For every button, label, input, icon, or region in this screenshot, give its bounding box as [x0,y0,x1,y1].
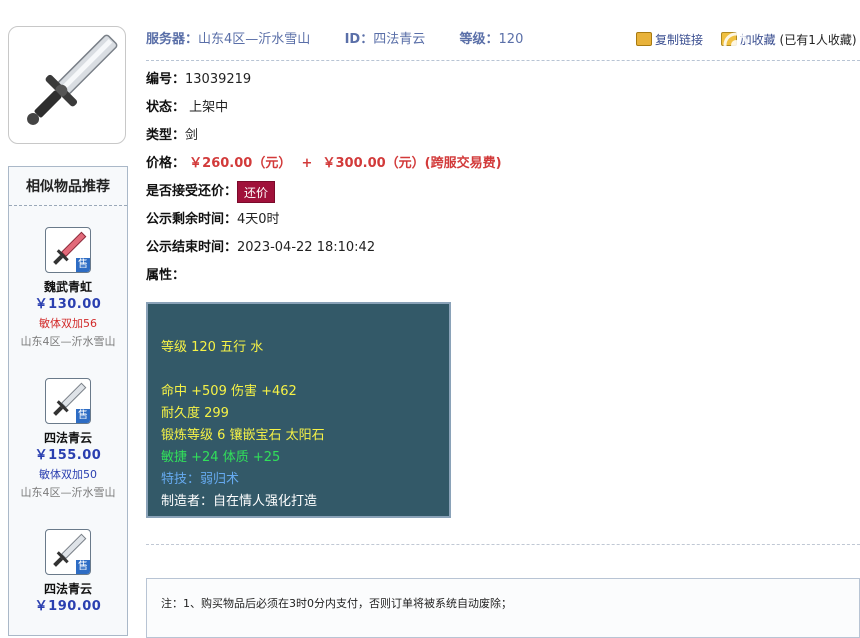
sword-icon [27,34,118,125]
similar-items-title: 相似物品推荐 [9,167,127,206]
end-time-value: 2023-04-22 18:10:42 [237,240,376,255]
type-label: 类型： [146,128,186,143]
end-time-label: 公示结束时间： [146,240,238,255]
price-plus: + [301,156,313,171]
copy-link-button[interactable]: 复制链接 [636,32,707,47]
attr-hit-damage: 命中 +509 伤害 +462 [161,384,297,399]
similar-item[interactable]: 售 魏武青虹 ￥130.00 敏体双加56 山东4区—沂水雪山 [9,227,127,351]
bargain-button[interactable]: 还价 [237,181,276,203]
star-icon [720,32,737,46]
attr-durability: 耐久度 299 [161,406,229,421]
level-label: 等级： [459,32,499,47]
similar-item[interactable]: 售 四法青云 ￥155.00 敏体双加50 山东4区—沂水雪山 [9,378,127,502]
similar-items-panel: 相似物品推荐 售 魏武青虹 ￥130.00 敏体双加56 山东4区—沂水雪山 售… [8,166,128,636]
attr-forge-gem: 锻炼等级 6 镶嵌宝石 太阳石 [161,428,325,443]
level-value: 120 [498,32,524,47]
server-value: 山东4区—沂水雪山 [198,32,311,47]
sale-badge: 售 [76,560,90,574]
attributes-row: 属性： [146,265,185,287]
type-row: 类型：剑 [146,125,198,147]
notice-line: 注：1、购买物品后必须在3时0分内支付，否则订单将被系统自动废除； [161,597,512,610]
favorite-count: (已有1人收藏) [779,33,857,47]
similar-item[interactable]: 售 四法青云 ￥190.00 [9,529,127,617]
similar-item-price: ￥130.00 [34,297,102,312]
favorite-label: 加收藏 [739,33,776,47]
item-thumbnail[interactable]: 售 [45,378,91,424]
remaining-time-row: 公示剩余时间：4天0时 [146,209,280,231]
serial-row: 编号：13039219 [146,69,251,91]
item-image [8,26,126,144]
copy-link-label: 复制链接 [655,33,704,47]
similar-item-name[interactable]: 魏武青虹 [9,279,127,295]
sale-badge: 售 [76,409,90,423]
remaining-time-label: 公示剩余时间： [146,212,238,227]
price-label: 价格： [146,156,186,171]
attribute-panel: 等级 120 五行 水 命中 +509 伤害 +462 耐久度 299 锻炼等级… [146,302,451,518]
similar-item-price: ￥155.00 [34,448,102,463]
id-value: 四法青云 [373,32,426,47]
similar-item-attr: 敏体双加50 [39,468,97,481]
status-value: 上架中 [189,100,229,115]
item-thumbnail[interactable]: 售 [45,529,91,575]
status-row: 状态： 上架中 [146,97,228,119]
similar-item-name[interactable]: 四法青云 [9,581,127,597]
price-value: ￥260.00（元） [189,156,292,171]
similar-item-name[interactable]: 四法青云 [9,430,127,446]
action-links: 复制链接 加收藏 (已有1人收藏) [636,30,857,50]
bottom-divider [146,544,860,545]
bargain-label: 是否接受还价： [146,184,238,199]
sale-badge: 售 [76,258,90,272]
item-thumbnail[interactable]: 售 [45,227,91,273]
similar-item-server: 山东4区—沂水雪山 [20,335,116,348]
price-row: 价格： ￥260.00（元） + ￥300.00（元）(跨服交易费) [146,153,502,175]
seller-info-bar: 服务器：山东4区—沂水雪山 ID：四法青云 等级：120 [146,30,523,50]
serial-value: 13039219 [185,72,252,87]
remaining-time-value: 4天0时 [237,212,280,227]
similar-item-price: ￥190.00 [34,599,102,614]
attr-agility-constitution: 敏捷 +24 体质 +25 [161,450,281,465]
server-label: 服务器： [146,32,199,47]
similar-item-attr: 敏体双加56 [39,317,97,330]
serial-label: 编号： [146,72,186,87]
similar-item-server: 山东4区—沂水雪山 [20,486,116,499]
status-label: 状态： [146,100,186,115]
id-label: ID： [344,32,374,47]
type-value: 剑 [185,128,199,143]
header-divider [146,60,860,61]
attr-maker: 制造者：自在情人强化打造 [161,494,318,509]
attributes-label: 属性： [146,268,186,283]
link-icon [636,32,652,46]
attr-level-element: 等级 120 五行 水 [161,340,264,355]
end-time-row: 公示结束时间：2023-04-22 18:10:42 [146,237,375,259]
cross-server-fee: ￥300.00（元）(跨服交易费) [322,156,502,171]
purchase-notice: 注：1、购买物品后必须在3时0分内支付，否则订单将被系统自动废除； [146,578,860,638]
favorite-button[interactable]: 加收藏 [720,32,780,47]
bargain-row: 是否接受还价： 还价 [146,181,276,203]
attr-special-skill: 特技：弱归术 [161,472,240,487]
